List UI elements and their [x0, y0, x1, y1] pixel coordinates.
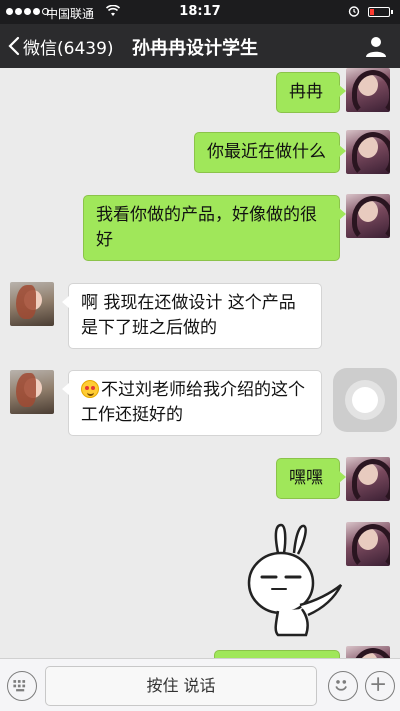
assistive-touch-button[interactable] [333, 368, 397, 432]
message-text: 不过刘老师给我介绍的这个工作还挺好的 [81, 380, 305, 425]
rabbit-sticker[interactable] [236, 523, 346, 638]
outgoing-message[interactable] [214, 650, 340, 658]
plus-icon [371, 677, 385, 691]
message-text: 冉冉 [289, 82, 323, 102]
my-avatar[interactable] [346, 130, 390, 174]
hold-to-talk-label: 按住 说话 [146, 676, 216, 695]
keyboard-icon [13, 680, 26, 692]
my-avatar[interactable] [346, 646, 390, 658]
friend-avatar[interactable] [10, 282, 54, 326]
my-avatar[interactable] [346, 194, 390, 238]
friend-avatar[interactable] [10, 370, 54, 414]
chat-title: 孙冉冉设计学生 [132, 38, 258, 59]
battery-icon [368, 7, 393, 17]
emoji-icon [335, 680, 347, 691]
chat-area[interactable]: 冉冉 你最近在做什么 我看你做的产品，好像做的很好 啊 我现在还做设计 这个产品… [0, 68, 400, 658]
hold-to-talk-button[interactable]: 按住 说话 [45, 666, 317, 706]
profile-icon[interactable] [364, 34, 388, 58]
outgoing-message[interactable]: 嘿嘿 [276, 458, 346, 499]
emoji-button[interactable] [328, 671, 358, 701]
back-chevron-icon [8, 36, 20, 56]
alarm-icon [348, 6, 360, 17]
keyboard-button[interactable] [7, 671, 37, 701]
outgoing-message[interactable]: 冉冉 [276, 72, 346, 113]
back-label: 微信(6439) [23, 38, 114, 59]
clock: 18:17 [179, 4, 221, 19]
my-avatar[interactable] [346, 457, 390, 501]
input-bar: 按住 说话 [0, 658, 400, 711]
message-text: 你最近在做什么 [207, 142, 326, 162]
message-text: 嘿嘿 [289, 468, 323, 488]
message-text: 我看你做的产品，好像做的很好 [96, 205, 317, 250]
blush-emoji-icon [81, 380, 99, 398]
back-button[interactable]: 微信(6439) [8, 32, 114, 60]
incoming-message[interactable]: 不过刘老师给我介绍的这个工作还挺好的 [62, 370, 322, 436]
nav-bar: 微信(6439) 孙冉冉设计学生 [0, 24, 400, 68]
status-bar: 中国联通 18:17 [0, 0, 400, 24]
incoming-message[interactable]: 啊 我现在还做设计 这个产品是下了班之后做的 [62, 283, 322, 349]
more-button[interactable] [365, 671, 395, 701]
my-avatar[interactable] [346, 522, 390, 566]
outgoing-message[interactable]: 我看你做的产品，好像做的很好 [83, 195, 346, 261]
message-text: 啊 我现在还做设计 这个产品是下了班之后做的 [81, 293, 296, 338]
outgoing-message[interactable]: 你最近在做什么 [194, 132, 346, 173]
my-avatar[interactable] [346, 68, 390, 112]
